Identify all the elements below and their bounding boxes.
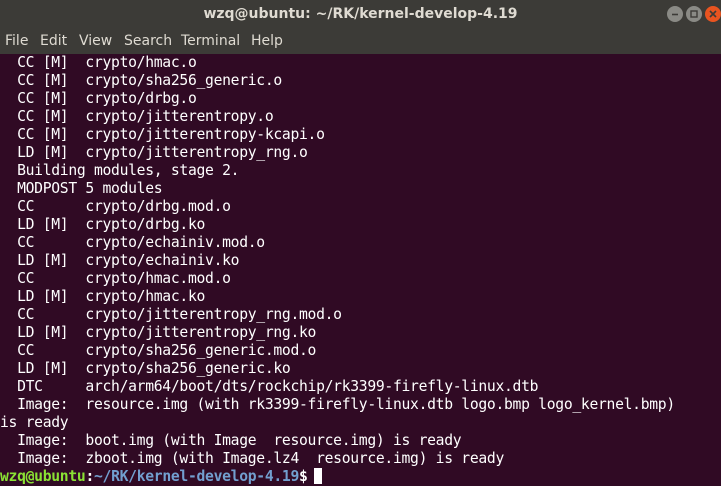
output-line: LD [M] crypto/hmac.ko: [0, 288, 206, 305]
terminal-output: CC [M] crypto/hmac.o CC [M] crypto/sha25…: [0, 54, 675, 468]
prompt-symbol: $: [299, 468, 308, 485]
maximize-icon: [690, 10, 698, 18]
output-line: CC [M] crypto/jitterentropy.o: [0, 108, 274, 125]
shell-prompt[interactable]: wzq@ubuntu:~/RK/kernel-develop-4.19$: [0, 468, 322, 486]
terminal-window: wzq@ubuntu: ~/RK/kernel-develop-4.19 Fil…: [0, 0, 721, 486]
terminal-area[interactable]: CC [M] crypto/hmac.o CC [M] crypto/sha25…: [0, 54, 721, 486]
output-line: CC [M] crypto/hmac.o: [0, 54, 197, 71]
output-line: Image: boot.img (with Image resource.img…: [0, 432, 462, 449]
output-line: CC crypto/echainiv.mod.o: [0, 234, 265, 251]
output-line: LD [M] crypto/sha256_generic.ko: [0, 360, 291, 377]
close-icon: [709, 10, 717, 18]
output-line: Building modules, stage 2.: [0, 162, 240, 179]
maximize-button[interactable]: [686, 6, 702, 22]
title-bar[interactable]: wzq@ubuntu: ~/RK/kernel-develop-4.19: [0, 0, 721, 29]
menu-search[interactable]: Search: [124, 29, 172, 54]
text-cursor: [313, 468, 322, 484]
prompt-user-host: wzq@ubuntu: [0, 468, 86, 485]
output-line: Image: zboot.img (with Image.lz4 resourc…: [0, 450, 505, 467]
output-line: LD [M] crypto/jitterentropy_rng.o: [0, 144, 308, 161]
prompt-separator: :: [85, 468, 94, 485]
output-line: Image: resource.img (with rk3399-firefly…: [0, 396, 675, 413]
output-line: LD [M] crypto/jitterentropy_rng.ko: [0, 324, 317, 341]
menu-help[interactable]: Help: [251, 29, 283, 54]
output-line: CC crypto/drbg.mod.o: [0, 198, 231, 215]
output-line: CC [M] crypto/jitterentropy-kcapi.o: [0, 126, 325, 143]
output-line: CC [M] crypto/sha256_generic.o: [0, 72, 282, 89]
output-line: CC [M] crypto/drbg.o: [0, 90, 197, 107]
output-line: CC crypto/jitterentropy_rng.mod.o: [0, 306, 342, 323]
output-line: CC crypto/sha256_generic.mod.o: [0, 342, 317, 359]
output-line: MODPOST 5 modules: [0, 180, 163, 197]
output-line: LD [M] crypto/echainiv.ko: [0, 252, 240, 269]
prompt-path: ~/RK/kernel-develop-4.19: [93, 468, 300, 485]
close-button[interactable]: [705, 6, 721, 22]
output-line: LD [M] crypto/drbg.ko: [0, 216, 206, 233]
output-line: CC crypto/hmac.mod.o: [0, 270, 231, 287]
menu-edit[interactable]: Edit: [40, 29, 67, 54]
minimize-icon: [672, 13, 678, 16]
menu-file[interactable]: File: [5, 29, 28, 54]
output-line: DTC arch/arm64/boot/dts/rockchip/rk3399-…: [0, 378, 539, 395]
window-title: wzq@ubuntu: ~/RK/kernel-develop-4.19: [203, 6, 518, 22]
menu-view[interactable]: View: [79, 29, 112, 54]
menu-terminal[interactable]: Terminal: [181, 29, 240, 54]
output-line: is ready: [0, 414, 69, 431]
menu-bar: File Edit View Search Terminal Help: [0, 29, 721, 54]
minimize-button[interactable]: [667, 6, 683, 22]
